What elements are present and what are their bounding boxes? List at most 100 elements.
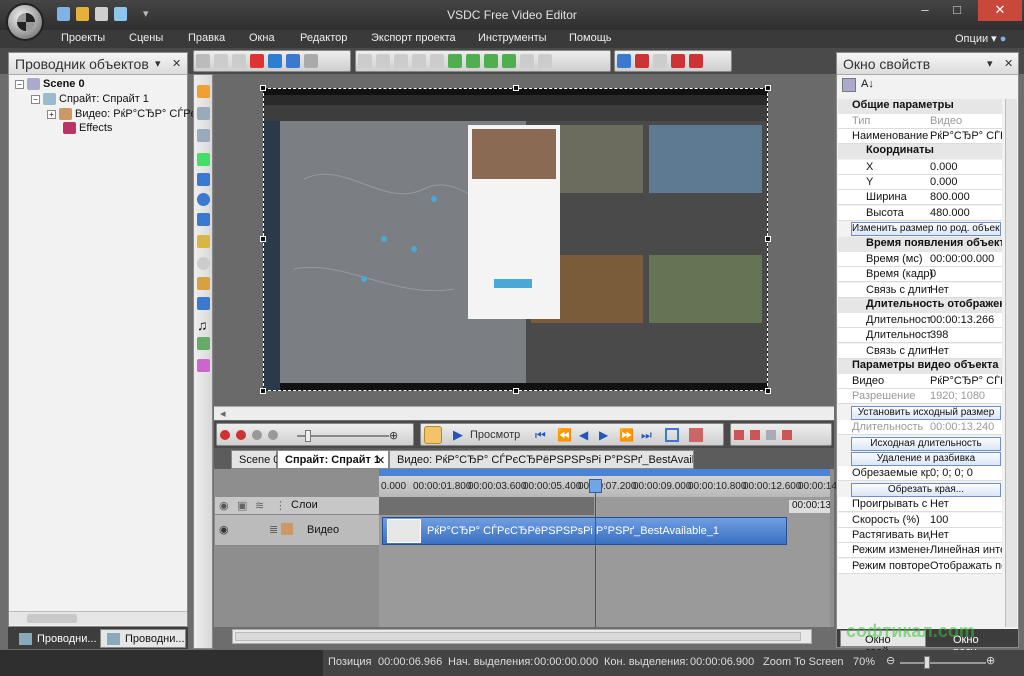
selection-range-bar[interactable] [379,469,830,476]
copy-icon[interactable] [214,54,228,68]
menu-help[interactable]: Помощь [569,32,612,44]
collapse-icon[interactable]: − [31,94,40,104]
brush-icon[interactable] [689,54,703,68]
original-duration-button[interactable]: Исходная длительность [851,437,1001,451]
prop-speed[interactable]: Скорость (%) 100 [838,513,1002,529]
marker-icon[interactable] [671,54,685,68]
save-icon[interactable] [114,7,127,21]
pin-icon[interactable]: ▾ [987,57,993,70]
align-left-icon[interactable] [358,54,372,68]
marker-clear-icon[interactable] [766,430,776,440]
maximize-button[interactable]: □ [942,0,972,21]
resize-handle[interactable] [260,85,266,91]
collapse-icon[interactable]: − [15,79,24,89]
text-icon[interactable] [197,213,210,226]
tools-icon[interactable] [95,7,108,21]
zoom-fit-icon[interactable] [252,430,262,440]
prop-x[interactable]: X 0.000 [838,160,1002,176]
close-panel-icon[interactable]: ✕ [1004,57,1013,70]
prop-link-duration[interactable]: Связь с длит Нет [838,283,1002,299]
next-frame-icon[interactable]: ▶ [599,428,608,442]
menu-editor[interactable]: Редактор [300,32,347,44]
canvas-hscrollbar[interactable]: ◂ [214,406,834,420]
send-back-icon[interactable] [502,54,516,68]
prop-duration-ms[interactable]: Длительност 00:00:13.266 [838,313,1002,329]
zoom-in-icon[interactable] [220,430,230,440]
scroll-thumb[interactable] [235,632,801,641]
video-effect-icon[interactable] [197,337,210,350]
zoom-slider-plus-icon[interactable]: ⊕ [389,429,398,442]
timeline-hscrollbar[interactable] [232,629,812,644]
tree-item-scene[interactable]: − Scene 0 [15,78,85,91]
new-project-icon[interactable] [57,7,70,21]
lock-icon[interactable]: ▣ [237,499,247,512]
crop-edges-button[interactable]: Обрезать края... [851,483,1001,497]
close-panel-icon[interactable]: ✕ [172,57,181,70]
prop-time-frame[interactable]: Время (кадр) 0 [838,267,1002,283]
menu-windows[interactable]: Окна [249,32,275,44]
zoom-in-status-icon[interactable]: ⊕ [986,654,995,667]
close-button[interactable]: ✕ [978,0,1022,21]
menu-scenes[interactable]: Сцены [129,32,163,44]
layer-settings-icon[interactable]: ⋮ [275,499,286,512]
properties-scrollbar[interactable] [1005,99,1017,627]
expand-icon[interactable]: + [47,109,56,119]
paste-icon[interactable] [232,54,246,68]
line-icon[interactable] [197,153,210,166]
delete-icon[interactable] [250,54,264,68]
categorized-icon[interactable] [842,78,856,92]
prop-video[interactable]: ВидеоРќР°СЂР° СЃРєСЂР [838,374,1002,390]
animation-icon[interactable] [197,359,210,372]
explorer-hscrollbar[interactable] [9,611,187,625]
go-start-icon[interactable]: ⏮ [535,428,546,443]
resize-handle[interactable] [513,388,519,394]
align-middle-icon[interactable] [430,54,444,68]
step-back-icon[interactable]: ⏪ [557,428,572,442]
image-icon[interactable] [197,277,210,290]
ungroup-icon[interactable] [538,54,552,68]
resize-to-parent-button[interactable]: Изменить размер по род. объекту [851,222,1001,236]
magnet-icon[interactable] [635,54,649,68]
video-preview-object[interactable] [263,88,768,391]
prop-time-ms[interactable]: Время (мс) 00:00:00.000 [838,252,1002,268]
layer-menu-icon[interactable]: ≣ [269,523,278,536]
rectangle-icon[interactable] [197,173,210,186]
prev-frame-icon[interactable]: ◀ [579,428,588,442]
chart-icon[interactable] [197,297,210,310]
layer-row-video[interactable]: ◉ ≣ Видео [215,515,379,546]
close-tab-icon[interactable]: ✕ [376,454,385,467]
tree-item-effects[interactable]: Effects [63,122,112,135]
preview-play-icon[interactable]: ▶ [453,427,463,443]
minimize-button[interactable]: – [910,0,940,21]
set-original-size-button[interactable]: Установить исходный размер [851,406,1001,420]
align-right-icon[interactable] [394,54,408,68]
zoom-slider-minus-icon[interactable] [268,430,278,440]
prop-repeat-mode[interactable]: Режим повторен Отображать по [838,559,1002,575]
options-menu[interactable]: Опции ▾ ● [955,32,1006,45]
align-top-icon[interactable] [412,54,426,68]
subtitle-icon[interactable] [197,235,210,248]
zoom-status-thumb[interactable] [924,656,930,669]
resize-handle[interactable] [765,388,771,394]
delete-split-button[interactable]: Удаление и разбивка [851,452,1001,466]
prop-resize-mode[interactable]: Режим изменени Линейная инте [838,543,1002,559]
marker-delete-icon[interactable] [782,430,792,440]
resize-handle[interactable] [260,236,266,242]
align-center-icon[interactable] [376,54,390,68]
timer-icon[interactable] [424,426,442,444]
tree-item-sprite[interactable]: − Спрайт: Спрайт 1 [31,93,149,106]
zoom-slider-thumb[interactable] [305,430,311,442]
prop-y[interactable]: Y 0.000 [838,175,1002,191]
go-end-icon[interactable]: ⏭ [641,428,652,443]
split-icon[interactable] [689,428,703,442]
zoom-out-status-icon[interactable]: ⊖ [886,654,895,667]
visibility-icon[interactable]: ◉ [219,499,229,512]
tab-explorer-1[interactable]: Проводни... [12,629,98,648]
snap-icon[interactable] [653,54,667,68]
menu-tools[interactable]: Инструменты [478,32,547,44]
resize-handle[interactable] [513,85,519,91]
tab-scene[interactable]: Scene 0 [231,450,279,469]
step-forward-icon[interactable]: ⏩ [619,428,634,442]
customize-quick-access-icon[interactable]: ▾ [143,7,149,20]
time-ruler[interactable]: 0.000 00:00:01.800 00:00:03.600 00:00:05… [379,469,845,497]
